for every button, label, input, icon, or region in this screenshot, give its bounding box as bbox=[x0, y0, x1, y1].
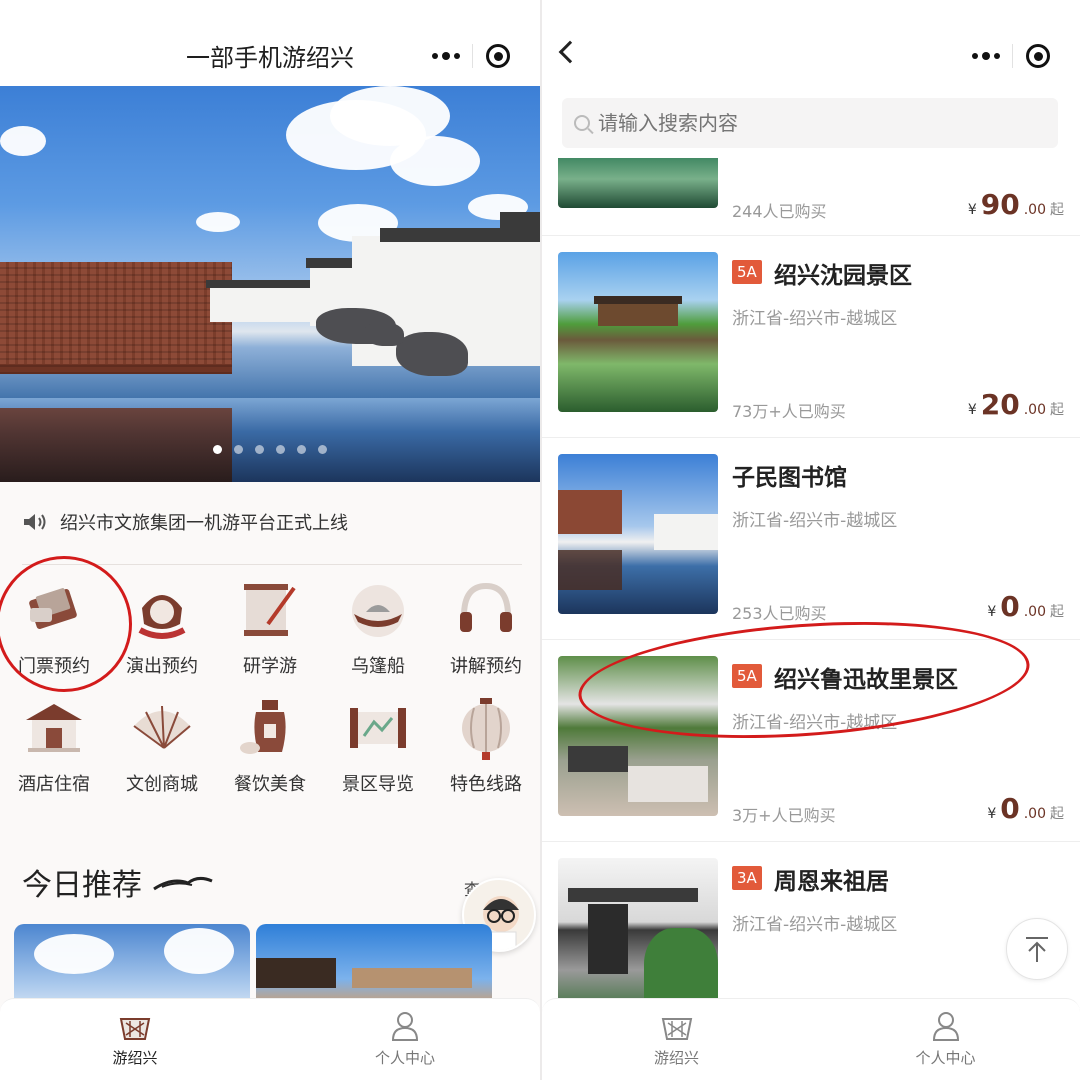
house-icon bbox=[26, 704, 82, 752]
tab-label: 个人中心 bbox=[374, 1049, 435, 1067]
recommend-heading: 今日推荐 bbox=[22, 860, 214, 904]
navbar: 一部手机游绍兴 bbox=[0, 0, 540, 86]
arrow-up-icon bbox=[1026, 937, 1048, 962]
rating-badge: 5A bbox=[732, 260, 762, 284]
sold-count: 253人已购买 bbox=[732, 604, 827, 623]
more-button[interactable] bbox=[420, 36, 472, 76]
attraction-region: 浙江省-绍兴市-越城区 bbox=[732, 511, 898, 531]
headphones-icon bbox=[460, 582, 512, 632]
attraction-thumb bbox=[558, 158, 718, 208]
tab-label: 个人中心 bbox=[915, 1049, 976, 1067]
person-icon bbox=[391, 1012, 419, 1041]
museum-building bbox=[0, 262, 232, 374]
price: ¥ 0 .00 起 bbox=[987, 590, 1064, 623]
grid-label: 演出预约 bbox=[126, 656, 198, 677]
back-to-top-button[interactable] bbox=[1006, 918, 1068, 980]
home-screen: 一部手机游绍兴 绍兴市文旅集团一机游平台正式上线 门票预约 演出预约 研学游 乌… bbox=[0, 0, 540, 1080]
list-item[interactable]: 244人已购买 ¥ 90 .00 起 bbox=[542, 158, 1080, 236]
announcement-text: 绍兴市文旅集团一机游平台正式上线 bbox=[60, 513, 348, 534]
mini-program-capsule bbox=[960, 36, 1064, 76]
list-item[interactable]: 5A 绍兴沈园景区 浙江省-绍兴市-越城区 73万+人已购买 ¥ 20 .00 … bbox=[542, 238, 1080, 438]
grid-label: 研学游 bbox=[243, 656, 297, 677]
grid-item-guide[interactable]: 讲解预约 bbox=[432, 578, 540, 678]
basket-icon bbox=[661, 1018, 692, 1040]
tab-profile[interactable]: 个人中心 bbox=[811, 999, 1080, 1080]
sold-count: 73万+人已购买 bbox=[732, 402, 846, 421]
grid-label: 酒店住宿 bbox=[18, 774, 90, 795]
more-dots-icon bbox=[971, 51, 1000, 60]
close-button[interactable] bbox=[473, 36, 525, 76]
attraction-name: 绍兴沈园景区 bbox=[774, 263, 912, 289]
grid-label: 讲解预约 bbox=[450, 656, 522, 677]
carousel-indicator bbox=[0, 445, 540, 454]
grid-label: 特色线路 bbox=[450, 774, 522, 795]
close-target-icon bbox=[486, 44, 511, 68]
attraction-name: 子民图书馆 bbox=[732, 465, 847, 491]
grid-item-hotel[interactable]: 酒店住宿 bbox=[0, 696, 108, 796]
tab-bar: 游绍兴 个人中心 bbox=[0, 998, 540, 1080]
close-button[interactable] bbox=[1013, 36, 1065, 76]
price: ¥ 90 .00 起 bbox=[967, 188, 1064, 221]
grid-item-shop[interactable]: 文创商城 bbox=[108, 696, 216, 796]
grid-item-boat[interactable]: 乌篷船 bbox=[324, 578, 432, 678]
attraction-list: 244人已购买 ¥ 90 .00 起 5A 绍兴沈园景区 浙江省-绍兴市-越城区… bbox=[542, 158, 1080, 998]
grid-label: 文创商城 bbox=[126, 774, 198, 795]
back-chevron-icon[interactable] bbox=[558, 40, 582, 64]
list-item[interactable]: 子民图书馆 浙江省-绍兴市-越城区 253人已购买 ¥ 0 .00 起 bbox=[542, 440, 1080, 640]
tab-home[interactable]: 游绍兴 bbox=[0, 999, 270, 1080]
attraction-thumb bbox=[558, 858, 718, 998]
announcement-bar[interactable]: 绍兴市文旅集团一机游平台正式上线 bbox=[22, 500, 522, 544]
more-dots-icon bbox=[431, 51, 460, 60]
attraction-thumb bbox=[558, 454, 718, 614]
sold-count: 3万+人已购买 bbox=[732, 806, 836, 825]
speaker-icon bbox=[24, 514, 46, 530]
attraction-thumb bbox=[558, 252, 718, 412]
mini-program-capsule bbox=[420, 36, 524, 76]
grid-item-route[interactable]: 特色线路 bbox=[432, 696, 540, 796]
ticket-list-screen: 244人已购买 ¥ 90 .00 起 5A 绍兴沈园景区 浙江省-绍兴市-越城区… bbox=[542, 0, 1080, 1080]
grid-item-study[interactable]: 研学游 bbox=[216, 578, 324, 678]
scroll-map-icon bbox=[350, 708, 406, 748]
boat-icon bbox=[352, 585, 404, 637]
brush-stroke-icon bbox=[153, 876, 213, 891]
tab-bar: 游绍兴 个人中心 bbox=[542, 998, 1080, 1080]
attraction-region: 浙江省-绍兴市-越城区 bbox=[732, 915, 898, 935]
wine-jar-icon bbox=[240, 700, 286, 754]
price: ¥ 0 .00 起 bbox=[987, 792, 1064, 825]
grid-item-map[interactable]: 景区导览 bbox=[324, 696, 432, 796]
person-icon bbox=[932, 1012, 959, 1041]
navbar bbox=[542, 0, 1080, 86]
tab-label: 游绍兴 bbox=[653, 1049, 699, 1067]
grid-label: 景区导览 bbox=[342, 774, 414, 795]
rating-badge: 3A bbox=[732, 866, 762, 890]
attraction-region: 浙江省-绍兴市-越城区 bbox=[732, 309, 898, 329]
attraction-name: 周恩来祖居 bbox=[774, 869, 889, 895]
grid-label: 乌篷船 bbox=[351, 656, 405, 677]
price: ¥ 20 .00 起 bbox=[967, 388, 1064, 421]
search-input[interactable] bbox=[598, 111, 978, 135]
lantern-icon bbox=[462, 698, 510, 760]
tab-profile[interactable]: 个人中心 bbox=[270, 999, 540, 1080]
grid-label: 餐饮美食 bbox=[234, 774, 306, 795]
scroll-brush-icon bbox=[244, 584, 296, 636]
list-item[interactable]: 3A 周恩来祖居 浙江省-绍兴市-越城区 bbox=[542, 844, 1080, 998]
more-button[interactable] bbox=[960, 36, 1012, 76]
close-target-icon bbox=[1026, 44, 1051, 68]
tab-home[interactable]: 游绍兴 bbox=[542, 999, 811, 1080]
opera-mask-icon bbox=[138, 595, 186, 639]
banner-carousel[interactable] bbox=[0, 86, 540, 482]
recommend-title: 今日推荐 bbox=[22, 868, 142, 903]
basket-icon bbox=[119, 1018, 151, 1040]
sold-count: 244人已购买 bbox=[732, 202, 827, 221]
search-bar[interactable] bbox=[562, 98, 1058, 148]
grid-item-food[interactable]: 餐饮美食 bbox=[216, 696, 324, 796]
tab-label: 游绍兴 bbox=[112, 1049, 158, 1067]
fan-icon bbox=[133, 705, 191, 749]
search-icon bbox=[574, 115, 590, 131]
